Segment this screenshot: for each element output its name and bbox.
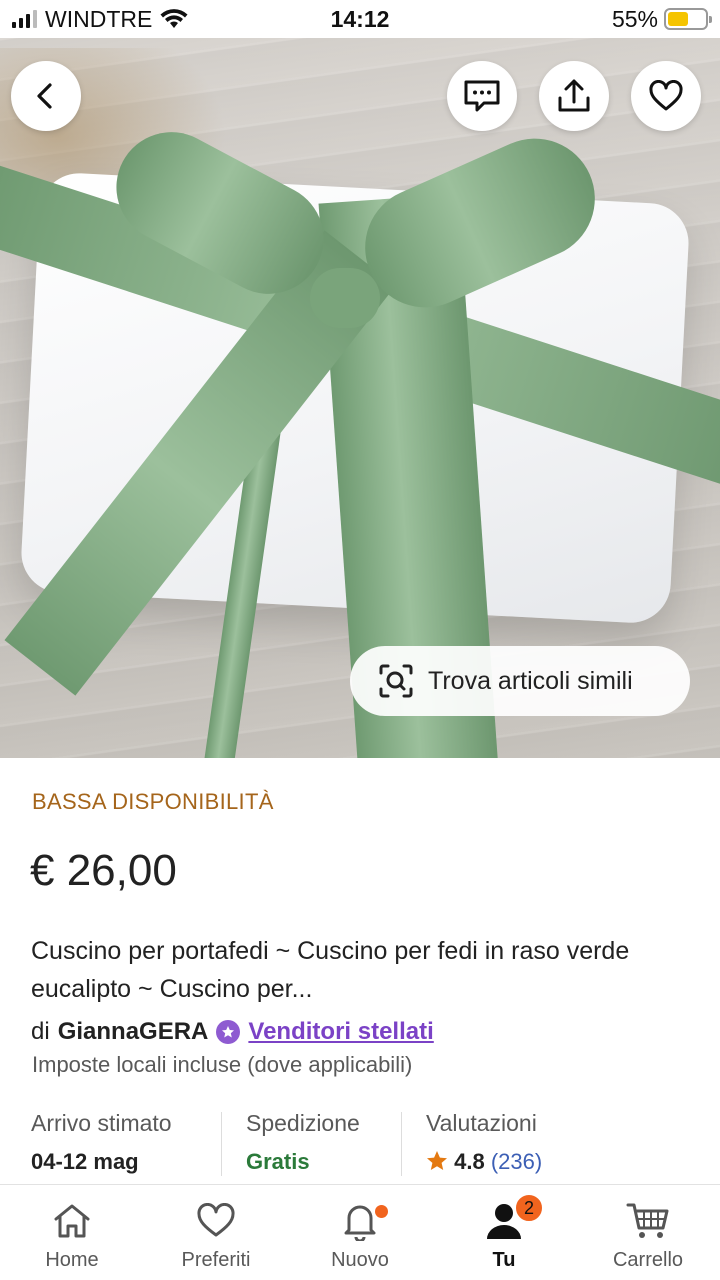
- signal-icon: [12, 10, 37, 28]
- tab-favorites[interactable]: Preferiti: [144, 1185, 288, 1280]
- ribbon-knot: [310, 268, 380, 328]
- tab-new-label: Nuovo: [331, 1249, 389, 1271]
- heart-icon: [649, 80, 683, 111]
- arrival-info: Arrivo stimato 04-12 mag: [31, 1110, 221, 1182]
- bell-icon: [344, 1205, 376, 1241]
- tax-note: Imposte locali incluse (dove applicabili…: [32, 1052, 413, 1077]
- status-right: 55%: [611, 0, 712, 38]
- star-seller-icon: [216, 1020, 241, 1044]
- arrival-value: 04-12 mag: [31, 1149, 139, 1174]
- shipping-value: Gratis: [246, 1149, 310, 1174]
- tab-cart[interactable]: Carrello: [576, 1185, 720, 1280]
- home-icon: [54, 1204, 90, 1238]
- status-left: WINDTRE: [12, 0, 188, 38]
- rating-value-line: 4.8 (236): [426, 1149, 706, 1175]
- tab-favorites-label: Preferiti: [181, 1249, 251, 1271]
- notification-dot: [375, 1205, 388, 1218]
- seller-line: di GiannaGERA Venditori stellati: [31, 1018, 434, 1046]
- back-arrow-icon: [37, 83, 52, 109]
- battery-percent: 55%: [611, 5, 658, 32]
- message-icon: [464, 80, 500, 112]
- tab-cart-label: Carrello: [612, 1249, 684, 1271]
- availability-label: BASSA DISPONIBILITÀ: [32, 789, 274, 814]
- favorite-button[interactable]: [631, 61, 701, 131]
- rating-score: 4.8: [454, 1149, 485, 1174]
- seller-name[interactable]: GiannaGERA: [58, 1018, 209, 1046]
- bottom-tab-bar: Home Preferiti Nuovo 2 Tu Carrello: [0, 1184, 720, 1280]
- share-icon: [558, 79, 590, 112]
- star-icon: [427, 1151, 447, 1170]
- status-bar: WINDTRE 14:12 55%: [0, 0, 720, 38]
- battery-fill: [668, 12, 688, 26]
- shipping-label: Spedizione: [246, 1110, 360, 1136]
- shipping-info-row: Arrivo stimato 04-12 mag Spedizione Grat…: [0, 1110, 720, 1182]
- rating-label: Valutazioni: [426, 1110, 537, 1136]
- message-seller-button[interactable]: [447, 61, 517, 131]
- find-similar-label: Trova articoli simili: [428, 666, 633, 695]
- tab-you-label: Tu: [492, 1249, 516, 1271]
- back-button[interactable]: [11, 61, 81, 131]
- carrier-name: WINDTRE: [45, 5, 153, 32]
- seller-prefix: di: [31, 1018, 50, 1045]
- product-image[interactable]: Trova articoli simili: [0, 38, 720, 758]
- battery-icon: [664, 8, 712, 30]
- tab-new[interactable]: Nuovo: [288, 1185, 432, 1280]
- visual-search-icon: [379, 664, 413, 698]
- rating-count[interactable]: (236): [491, 1149, 542, 1174]
- heart-icon: [197, 1203, 235, 1237]
- divider: [221, 1112, 222, 1176]
- arrival-label: Arrivo stimato: [31, 1110, 172, 1136]
- share-button[interactable]: [539, 61, 609, 131]
- shipping-info: Spedizione Gratis: [246, 1110, 396, 1182]
- product-title[interactable]: Cuscino per portafedi ~ Cuscino per fedi…: [31, 932, 691, 1008]
- rating-info[interactable]: Valutazioni 4.8 (236): [426, 1110, 706, 1182]
- tab-home-label: Home: [45, 1249, 99, 1271]
- star-seller-link[interactable]: Venditori stellati: [248, 1018, 433, 1046]
- cart-icon: [626, 1203, 669, 1238]
- notification-badge: 2: [514, 1193, 544, 1223]
- price: € 26,00: [30, 846, 177, 895]
- find-similar-button[interactable]: Trova articoli simili: [350, 646, 690, 716]
- tab-you[interactable]: 2 Tu: [432, 1185, 576, 1280]
- tab-home[interactable]: Home: [0, 1185, 144, 1280]
- wifi-icon: [160, 9, 188, 28]
- divider: [401, 1112, 402, 1176]
